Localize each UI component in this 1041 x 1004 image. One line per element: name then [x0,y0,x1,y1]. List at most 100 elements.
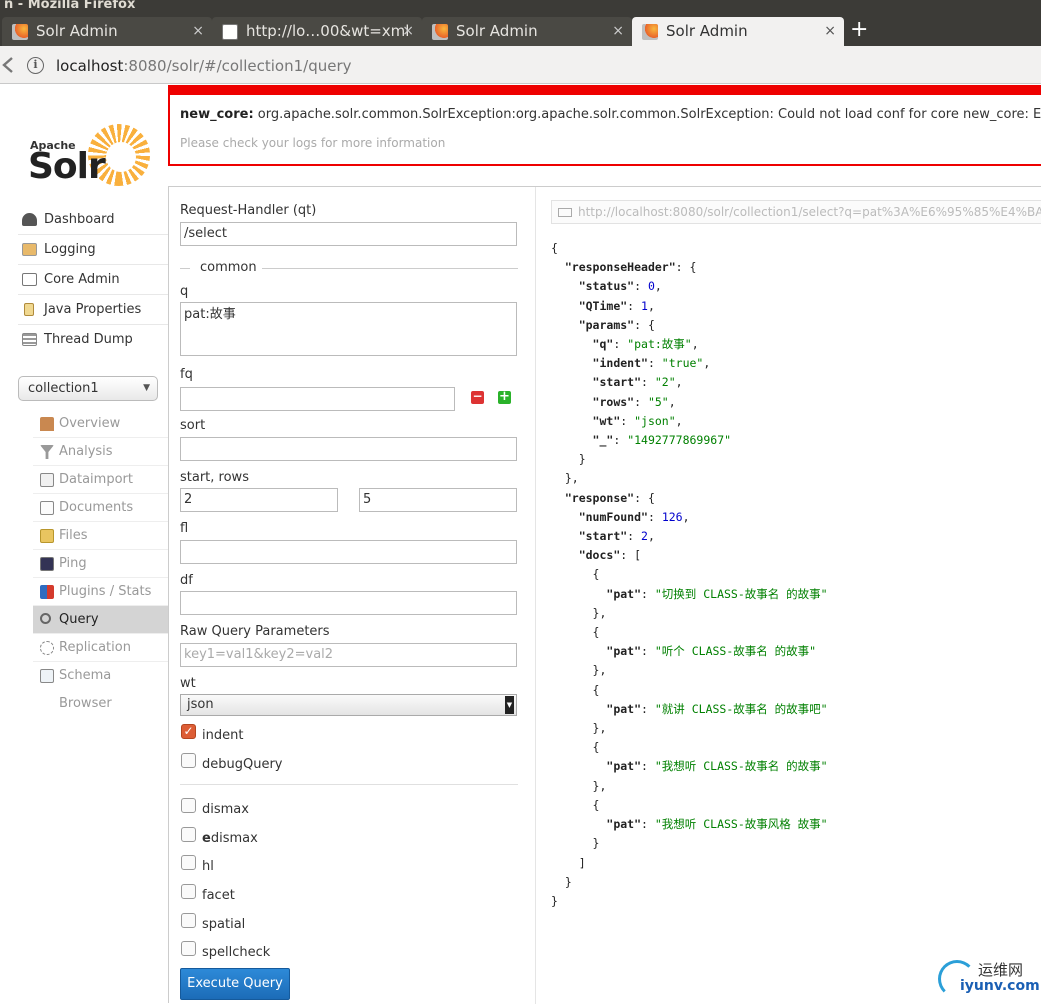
raw-params-input[interactable]: key1=val1&key2=val2 [180,643,517,667]
execute-query-button[interactable]: Execute Query [180,968,290,1000]
core-selector[interactable]: collection1 ▼ [18,376,158,401]
nav-dashboard[interactable]: Dashboard [18,205,168,235]
overview-icon [40,417,54,431]
fl-label: fl [180,521,189,536]
core-selector-value: collection1 [28,381,99,396]
error-core: new_core: [180,107,254,122]
start-rows-label: start, rows [180,470,249,485]
tab-xml-result[interactable]: http://lo…00&wt=xml × [212,17,422,46]
tab-solr-admin-2[interactable]: Solr Admin × [422,17,632,46]
back-button[interactable] [0,54,20,76]
dismax-label: dismax [202,802,249,817]
core-nav-dataimport[interactable]: Dataimport [33,466,168,494]
navigation-bar: i localhost:8080/solr/#/collection1/quer… [0,46,1041,84]
facet-checkbox[interactable] [181,884,196,899]
json-key: "response" [564,490,635,505]
nav-logging[interactable]: Logging [18,235,168,265]
nav-label: Logging [44,242,96,257]
add-fq-button[interactable]: + [498,390,511,404]
start-input[interactable]: 2 [180,488,338,512]
json-doc-key: "pat" [606,586,642,601]
df-label: df [180,573,193,588]
json-numfound-value: 126 [661,509,683,524]
json-param-key: "rows" [592,394,635,409]
close-icon[interactable]: × [824,17,836,46]
tab-solr-admin-1[interactable]: Solr Admin × [2,17,212,46]
q-label: q [180,284,189,299]
json-start-value: 2 [641,529,648,544]
close-icon[interactable]: × [192,17,204,46]
new-tab-button[interactable]: + [850,15,868,45]
debug-query-checkbox[interactable] [181,753,196,768]
hl-checkbox[interactable] [181,855,196,870]
watermark-cn: 运维网 [978,961,1024,979]
site-info-icon[interactable]: i [27,57,44,74]
wt-select[interactable]: json ▼ [180,694,517,716]
thread-dump-icon [22,333,37,346]
core-nav-label: Analysis [59,444,113,459]
tab-solr-admin-active[interactable]: Solr Admin × [632,17,844,46]
core-nav-analysis[interactable]: Analysis [33,438,168,466]
core-nav-schema-browser[interactable]: Schema Browser [33,662,168,711]
spatial-checkbox[interactable] [181,913,196,928]
sort-label: sort [180,418,206,433]
close-icon[interactable]: × [612,17,624,46]
json-param-value: "true" [661,356,704,371]
json-param-value: "json" [634,413,676,428]
query-result: http://localhost:8080/solr/collection1/s… [537,187,1041,1004]
watermark-logo: 运维网 iyunv.com [938,956,1040,998]
df-input[interactable] [180,591,517,615]
result-url-link[interactable]: http://localhost:8080/solr/collection1/s… [551,200,1041,224]
core-nav-plugins[interactable]: Plugins / Stats [33,578,168,606]
core-nav-label: Query [59,612,99,627]
core-nav-label: Ping [59,556,87,571]
spellcheck-checkbox[interactable] [181,941,196,956]
json-param-value: "2" [654,375,676,390]
solr-icon [432,24,448,40]
core-nav-files[interactable]: Files [33,522,168,550]
spellcheck-label: spellcheck [202,945,271,960]
json-param-value: "5" [647,394,669,409]
core-nav-label: Schema Browser [59,668,112,711]
core-nav-overview[interactable]: Overview [33,410,168,438]
address-bar[interactable]: localhost:8080/solr/#/collection1/query [56,56,352,76]
documents-icon [40,501,54,515]
close-icon[interactable]: × [402,17,414,46]
nav-thread-dump[interactable]: Thread Dump [18,325,168,355]
fl-input[interactable] [180,540,517,564]
common-legend-label: common [195,261,262,275]
core-nav-replication[interactable]: Replication [33,634,168,662]
core-nav: Overview Analysis Dataimport Documents F… [33,410,168,711]
solr-logo[interactable]: Apache Solr [28,122,153,188]
logging-icon [22,243,37,256]
replication-icon [40,641,54,655]
dataimport-icon [40,473,54,487]
remove-fq-button[interactable]: − [471,390,484,404]
nav-java-properties[interactable]: Java Properties [18,295,168,325]
core-nav-label: Dataimport [59,472,133,487]
tab-label: Solr Admin [456,22,538,40]
fq-input[interactable] [180,387,455,411]
common-legend: common [180,261,518,275]
core-nav-label: Files [59,528,88,543]
qt-input[interactable]: /select [180,222,517,246]
core-nav-query[interactable]: Query [33,606,168,634]
plugins-icon [40,585,54,599]
q-input[interactable]: pat:故事 [180,302,517,356]
json-doc-value: "就讲 CLASS-故事名 的故事吧" [654,701,828,716]
logo-solr-text: Solr [28,146,106,187]
address-path: :8080/solr/#/collection1/query [123,57,352,75]
dismax-checkbox[interactable] [181,798,196,813]
main-nav: Dashboard Logging Core Admin Java Proper… [18,205,168,355]
edismax-checkbox[interactable] [181,827,196,842]
hl-label: hl [202,859,214,874]
core-nav-ping[interactable]: Ping [33,550,168,578]
sort-input[interactable] [180,437,517,461]
json-doc-key: "pat" [606,759,642,774]
indent-checkbox[interactable]: ✓ [181,724,196,739]
rows-input[interactable]: 5 [359,488,517,512]
query-form: Request-Handler (qt) /select common q pa… [169,187,536,1004]
nav-core-admin[interactable]: Core Admin [18,265,168,295]
edismax-label-prefix: e [202,831,211,846]
core-nav-documents[interactable]: Documents [33,494,168,522]
